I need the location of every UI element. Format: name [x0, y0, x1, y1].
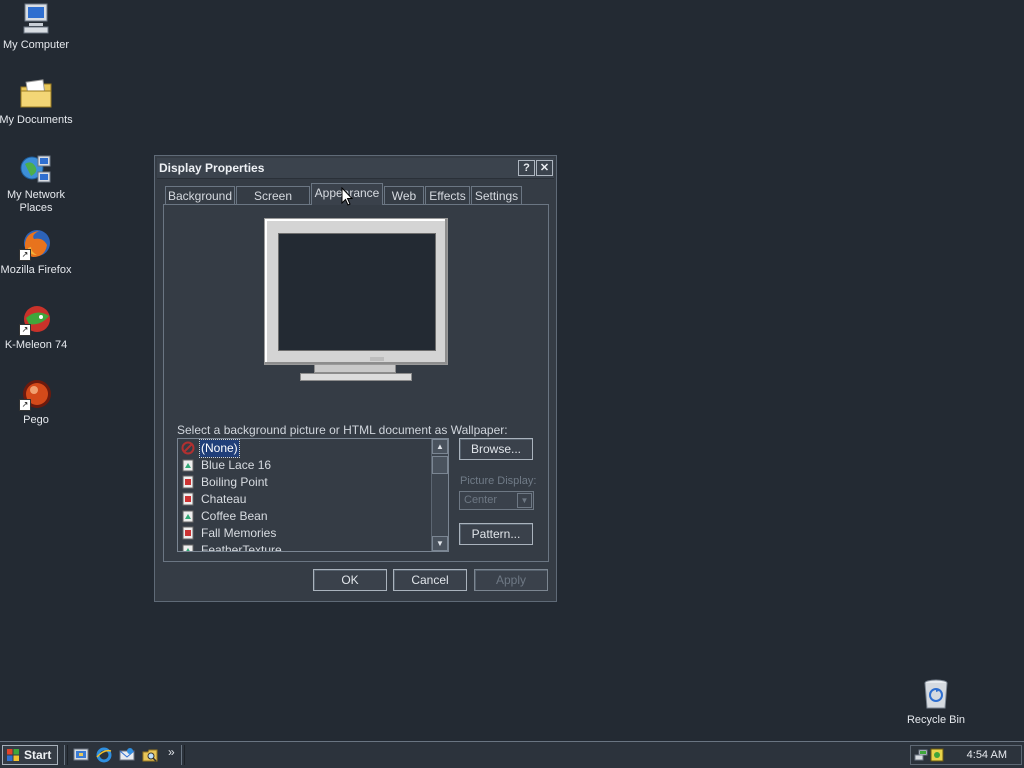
cancel-button[interactable]: Cancel — [393, 569, 467, 591]
tab-background[interactable]: Background — [165, 186, 235, 204]
pego-icon: ↗ — [19, 377, 53, 411]
pattern-button[interactable]: Pattern... — [459, 523, 533, 545]
bitmap-file-icon — [182, 492, 194, 506]
monitor-stand-base — [300, 373, 412, 381]
shortcut-arrow-icon: ↗ — [19, 324, 31, 336]
tray-app-icon[interactable] — [930, 748, 944, 762]
list-item[interactable]: Coffee Bean — [180, 508, 430, 525]
taskbar-clock[interactable]: 4:54 AM — [967, 749, 1007, 761]
browse-button[interactable]: Browse... — [459, 438, 533, 460]
list-item-label: Blue Lace 16 — [201, 458, 272, 472]
listbox-scrollbar[interactable]: ▲ ▼ — [431, 439, 448, 551]
help-button[interactable]: ? — [518, 160, 535, 176]
tab-web[interactable]: Web — [384, 186, 424, 204]
desktop-icon-label: Pego — [23, 414, 49, 426]
desktop-icon-my-network-places[interactable]: My Network Places — [0, 152, 74, 215]
none-icon — [181, 441, 195, 455]
firefox-icon: ↗ — [19, 227, 53, 261]
apply-button[interactable]: Apply — [474, 569, 548, 591]
recycle-bin-icon — [919, 677, 953, 711]
list-item[interactable]: Fall Memories — [180, 525, 430, 542]
desktop-icon-label: K-Meleon 74 — [4, 339, 68, 351]
bitmap-file-icon — [182, 510, 194, 523]
k-meleon-icon: ↗ — [19, 302, 53, 336]
wallpaper-label: Select a background picture or HTML docu… — [177, 423, 508, 437]
picture-display-value: Center — [464, 494, 498, 506]
bitmap-file-icon — [182, 459, 194, 472]
mouse-cursor-icon — [341, 187, 353, 206]
list-item[interactable]: (None) — [180, 439, 430, 458]
scroll-thumb[interactable] — [432, 456, 448, 474]
desktop-icon-recycle-bin[interactable]: Recycle Bin — [898, 677, 974, 727]
list-item[interactable]: Chateau — [180, 491, 430, 508]
desktop-icon-label: My Documents — [0, 114, 73, 126]
list-item[interactable]: FeatherTexture — [180, 542, 430, 552]
desktop-icon-mozilla-firefox[interactable]: ↗ Mozilla Firefox — [0, 227, 74, 277]
monitor-preview — [264, 218, 450, 390]
tab-panel: Select a background picture or HTML docu… — [163, 204, 549, 562]
desktop-icon-pego[interactable]: ↗ Pego — [0, 377, 74, 427]
shortcut-arrow-icon: ↗ — [19, 399, 31, 411]
computer-icon — [19, 2, 53, 36]
picture-display-select[interactable]: Center ▼ — [459, 491, 534, 510]
dialog-title: Display Properties — [159, 161, 265, 175]
desktop-icon-label: My Computer — [2, 39, 70, 51]
bitmap-file-icon — [182, 544, 194, 551]
tab-settings[interactable]: Settings — [471, 186, 522, 204]
chevron-down-icon[interactable]: ▼ — [517, 493, 532, 508]
list-item[interactable]: Blue Lace 16 — [180, 457, 430, 474]
list-item-label: Boiling Point — [201, 475, 268, 489]
internet-explorer-icon[interactable] — [96, 747, 112, 763]
tab-effects[interactable]: Effects — [425, 186, 470, 204]
desktop-icon-my-documents[interactable]: My Documents — [0, 77, 74, 127]
desktop-icon-k-meleon[interactable]: ↗ K-Meleon 74 — [0, 302, 74, 352]
monitor-stand-neck — [314, 365, 396, 373]
display-properties-dialog: Display Properties ? ✕ Background Screen… — [154, 155, 557, 602]
start-button[interactable]: Start — [2, 745, 58, 765]
list-item[interactable]: Boiling Point — [180, 474, 430, 491]
folder-documents-icon — [19, 77, 53, 111]
ok-button[interactable]: OK — [313, 569, 387, 591]
taskbar: Start » 4:54 AM — [0, 741, 1024, 768]
network-places-icon — [19, 152, 53, 186]
outlook-express-icon[interactable] — [119, 747, 135, 763]
scroll-down-icon[interactable]: ▼ — [432, 536, 448, 551]
windows-flag-icon — [7, 749, 19, 761]
scroll-up-icon[interactable]: ▲ — [432, 439, 448, 454]
monitor-screen — [278, 233, 436, 351]
close-button[interactable]: ✕ — [536, 160, 553, 176]
quick-launch-overflow-icon[interactable]: » — [168, 745, 175, 759]
show-desktop-icon[interactable] — [73, 747, 89, 763]
shortcut-arrow-icon: ↗ — [19, 249, 31, 261]
list-item-label: Fall Memories — [201, 526, 277, 540]
start-label: Start — [24, 748, 52, 762]
desktop-icon-label: Recycle Bin — [906, 714, 966, 726]
system-tray: 4:54 AM — [910, 745, 1022, 765]
list-item-label: FeatherTexture — [201, 543, 282, 552]
tab-screen-saver[interactable]: Screen Saver — [236, 186, 310, 221]
picture-display-label: Picture Display: — [460, 475, 537, 487]
desktop-icon-label: Mozilla Firefox — [0, 264, 72, 276]
desktop-icon-my-computer[interactable]: My Computer — [0, 2, 74, 52]
taskbar-separator — [181, 745, 185, 765]
list-item-label: Coffee Bean — [201, 509, 268, 523]
bitmap-file-icon — [182, 526, 194, 540]
monitor-bezel — [264, 218, 448, 365]
search-folder-icon[interactable] — [142, 747, 158, 763]
monitor-power-led — [370, 357, 384, 361]
list-item-label: Chateau — [201, 492, 247, 506]
list-item-label: (None) — [199, 439, 240, 458]
bitmap-file-icon — [182, 475, 194, 489]
wallpaper-listbox[interactable]: (None) Blue Lace 16 Boiling Point Chatea… — [177, 438, 449, 552]
dialog-titlebar[interactable]: Display Properties ? ✕ — [157, 158, 554, 179]
taskbar-separator — [64, 745, 68, 765]
network-connection-icon[interactable] — [914, 748, 928, 762]
desktop-icon-label: My Network Places — [6, 189, 66, 214]
